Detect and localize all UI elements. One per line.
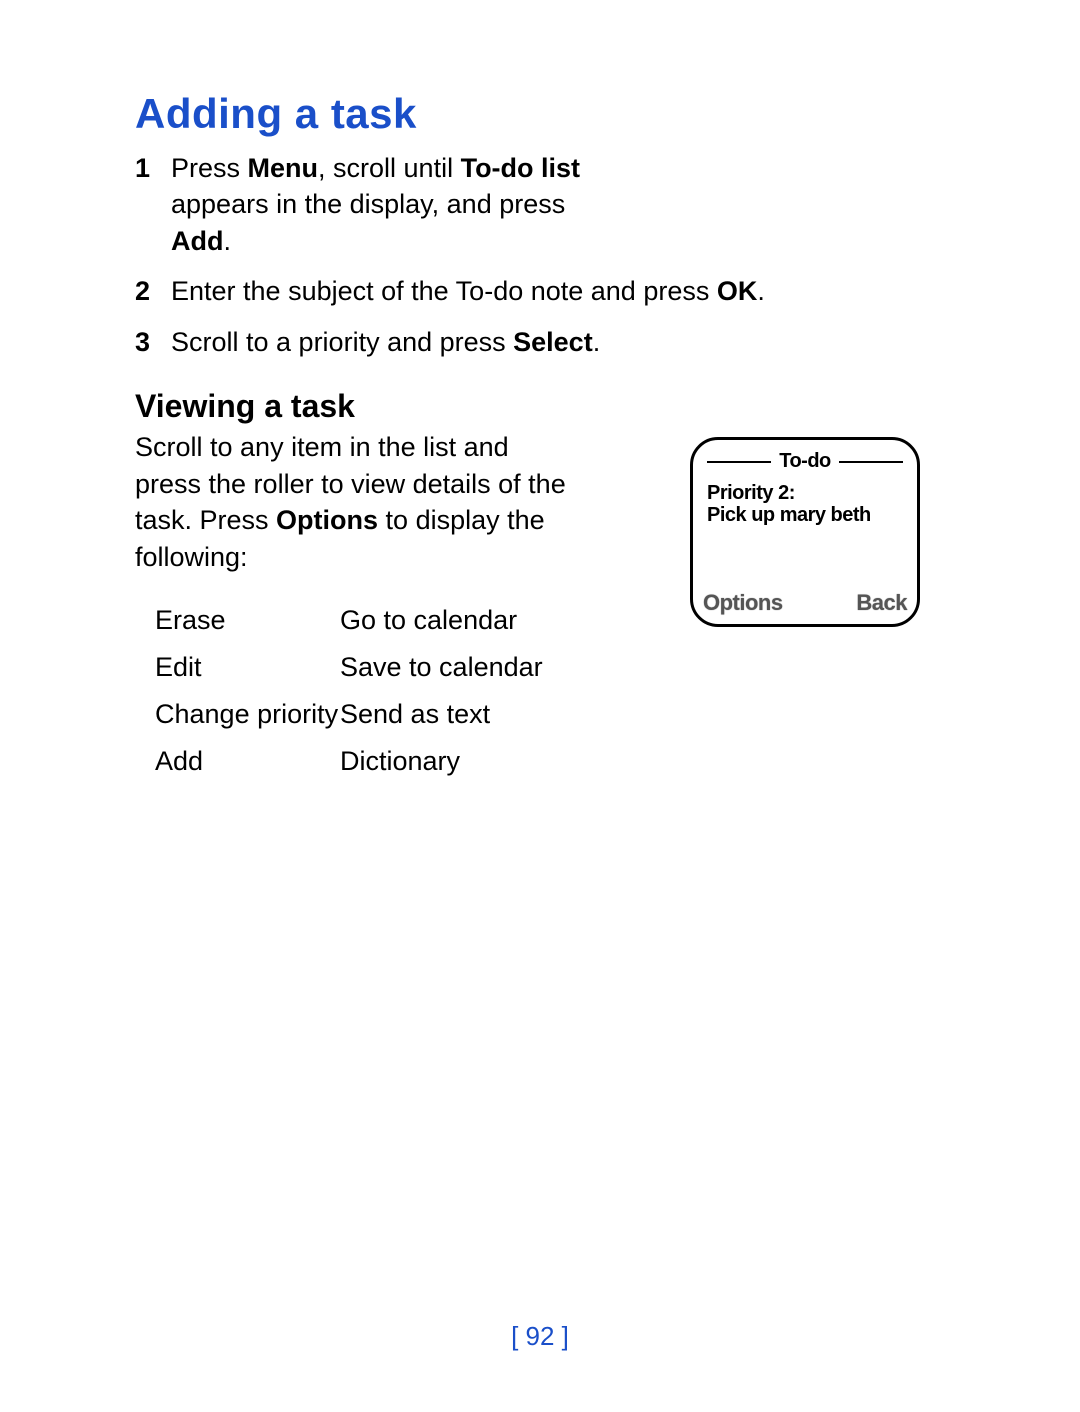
step-text: Scroll to a priority and press Select. xyxy=(171,324,950,360)
option-item: Change priority xyxy=(155,699,340,730)
phone-content: Priority 2: Pick up mary beth xyxy=(707,482,903,526)
phone-illustration-column: To-do Priority 2: Pick up mary beth Opti… xyxy=(690,437,950,627)
option-item: Dictionary xyxy=(340,746,670,777)
viewing-description: Scroll to any item in the list and press… xyxy=(135,429,575,575)
phone-line-2: Pick up mary beth xyxy=(707,504,903,526)
subheading-viewing: Viewing a task xyxy=(135,388,950,425)
step-number: 3 xyxy=(135,324,171,360)
option-item: Erase xyxy=(155,605,340,636)
step-number: 1 xyxy=(135,150,171,186)
step-text: Press Menu, scroll until To-do list appe… xyxy=(171,150,631,259)
phone-line-1: Priority 2: xyxy=(707,482,903,504)
page-heading: Adding a task xyxy=(135,90,950,138)
step-item: 3Scroll to a priority and press Select. xyxy=(135,324,950,360)
step-item: 1Press Menu, scroll until To-do list app… xyxy=(135,150,950,259)
option-item: Add xyxy=(155,746,340,777)
page-number: [ 92 ] xyxy=(0,1321,1080,1352)
phone-softkey-left: Options xyxy=(703,590,783,616)
content-row: Scroll to any item in the list and press… xyxy=(135,429,950,777)
phone-screen-title: To-do xyxy=(777,450,833,473)
text-column: Scroll to any item in the list and press… xyxy=(135,429,670,777)
option-item: Edit xyxy=(155,652,340,683)
phone-softkeys: Options Back xyxy=(703,590,907,616)
phone-title-bar: To-do xyxy=(693,450,917,473)
phone-rule-right xyxy=(839,461,903,463)
step-number: 2 xyxy=(135,273,171,309)
phone-softkey-right: Back xyxy=(856,590,907,616)
step-text: Enter the subject of the To-do note and … xyxy=(171,273,950,309)
phone-rule-left xyxy=(707,461,771,463)
option-item: Save to calendar xyxy=(340,652,670,683)
steps-list: 1Press Menu, scroll until To-do list app… xyxy=(135,150,950,360)
options-table: EraseGo to calendarEditSave to calendarC… xyxy=(155,605,670,777)
manual-page: Adding a task 1Press Menu, scroll until … xyxy=(0,0,1080,1412)
option-item: Go to calendar xyxy=(340,605,670,636)
step-item: 2Enter the subject of the To-do note and… xyxy=(135,273,950,309)
option-item: Send as text xyxy=(340,699,670,730)
phone-screen: To-do Priority 2: Pick up mary beth Opti… xyxy=(690,437,920,627)
